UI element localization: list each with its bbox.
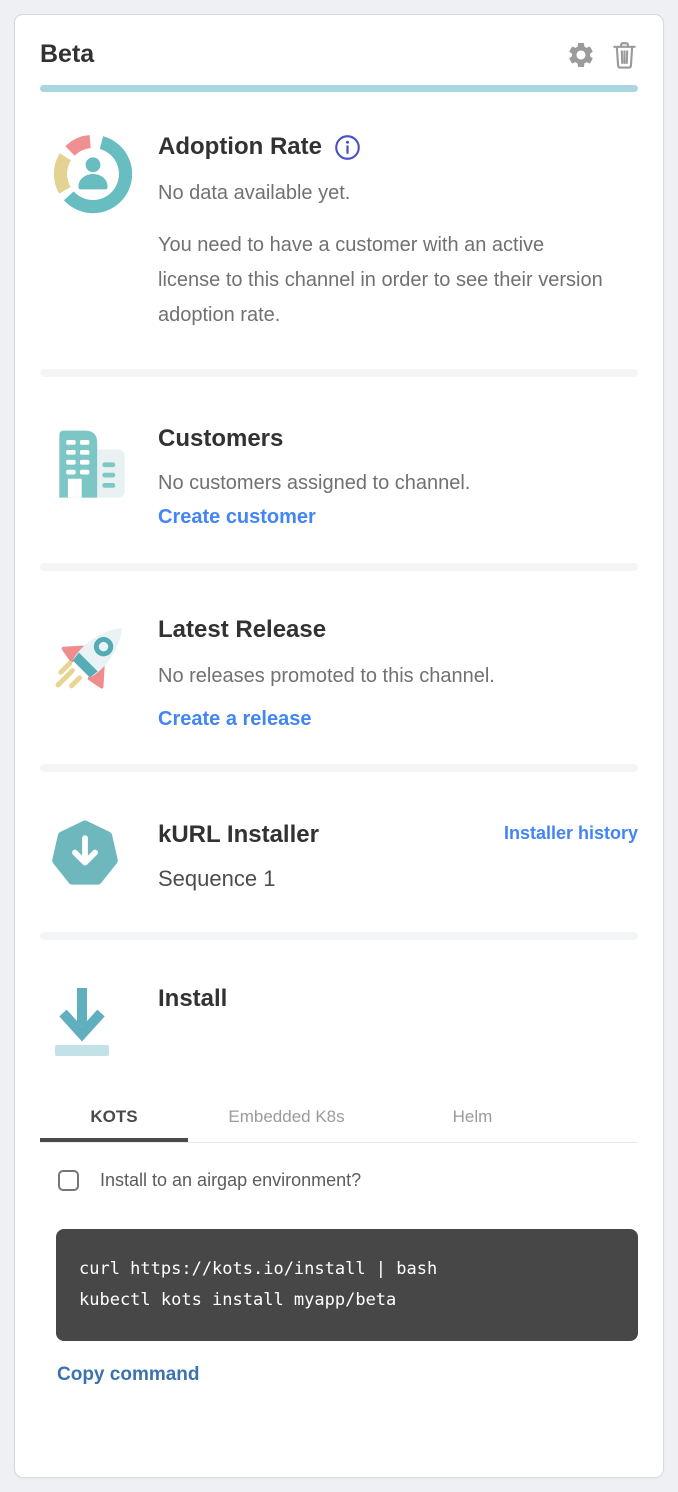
airgap-row: Install to an airgap environment? [40,1170,638,1191]
kurl-installer-section: kURL Installer Installer history Sequenc… [40,818,638,895]
install-command-line: kubectl kots install myapp/beta [79,1290,396,1310]
tab-helm[interactable]: Helm [385,1097,560,1142]
gear-icon[interactable] [566,40,596,70]
release-rocket-icon [40,613,158,731]
install-download-icon [40,982,158,1071]
info-icon[interactable] [334,134,361,161]
section-divider [40,563,638,571]
create-release-link[interactable]: Create a release [158,708,311,731]
section-divider [40,369,638,377]
section-divider [40,764,638,772]
channel-card-header: Beta [40,15,638,70]
adoption-rate-section: Adoption Rate No data available yet. You… [40,130,638,333]
channel-accent-bar [40,85,638,92]
channel-actions [566,39,638,70]
customers-title: Customers [158,422,638,456]
installer-history-link[interactable]: Installer history [504,823,638,844]
airgap-label: Install to an airgap environment? [100,1170,361,1191]
install-section: Install [40,982,638,1071]
trash-icon[interactable] [611,39,638,70]
customers-section: Customers No customers assigned to chann… [40,422,638,529]
tab-kots[interactable]: KOTS [40,1097,188,1142]
release-empty-message: No releases promoted to this channel. [158,661,638,691]
create-customer-link[interactable]: Create customer [158,506,316,529]
install-command-block: curl https://kots.io/install | bash kube… [56,1229,638,1341]
adoption-empty-detail: You need to have a customer with an acti… [158,228,608,333]
installer-sequence: Sequence 1 [158,864,638,894]
latest-release-section: Latest Release No releases promoted to t… [40,613,638,731]
section-divider [40,932,638,940]
customers-empty-message: No customers assigned to channel. [158,468,638,498]
customers-buildings-icon [40,422,158,529]
copy-command-link[interactable]: Copy command [57,1364,200,1386]
adoption-donut-user-icon [40,130,158,333]
adoption-empty-message: No data available yet. [158,178,638,208]
install-command-line: curl https://kots.io/install | bash [79,1259,437,1279]
channel-card: Beta [14,14,664,1478]
kurl-installer-title: kURL Installer [158,818,504,852]
airgap-checkbox[interactable] [58,1170,79,1191]
install-title: Install [158,982,638,1016]
install-method-tabs: KOTS Embedded K8s Helm [40,1097,638,1143]
latest-release-title: Latest Release [158,613,638,647]
adoption-rate-title: Adoption Rate [158,130,322,164]
kurl-heptagon-download-icon [40,818,158,895]
channel-name: Beta [40,40,566,69]
tab-embedded-k8s[interactable]: Embedded K8s [188,1097,385,1142]
